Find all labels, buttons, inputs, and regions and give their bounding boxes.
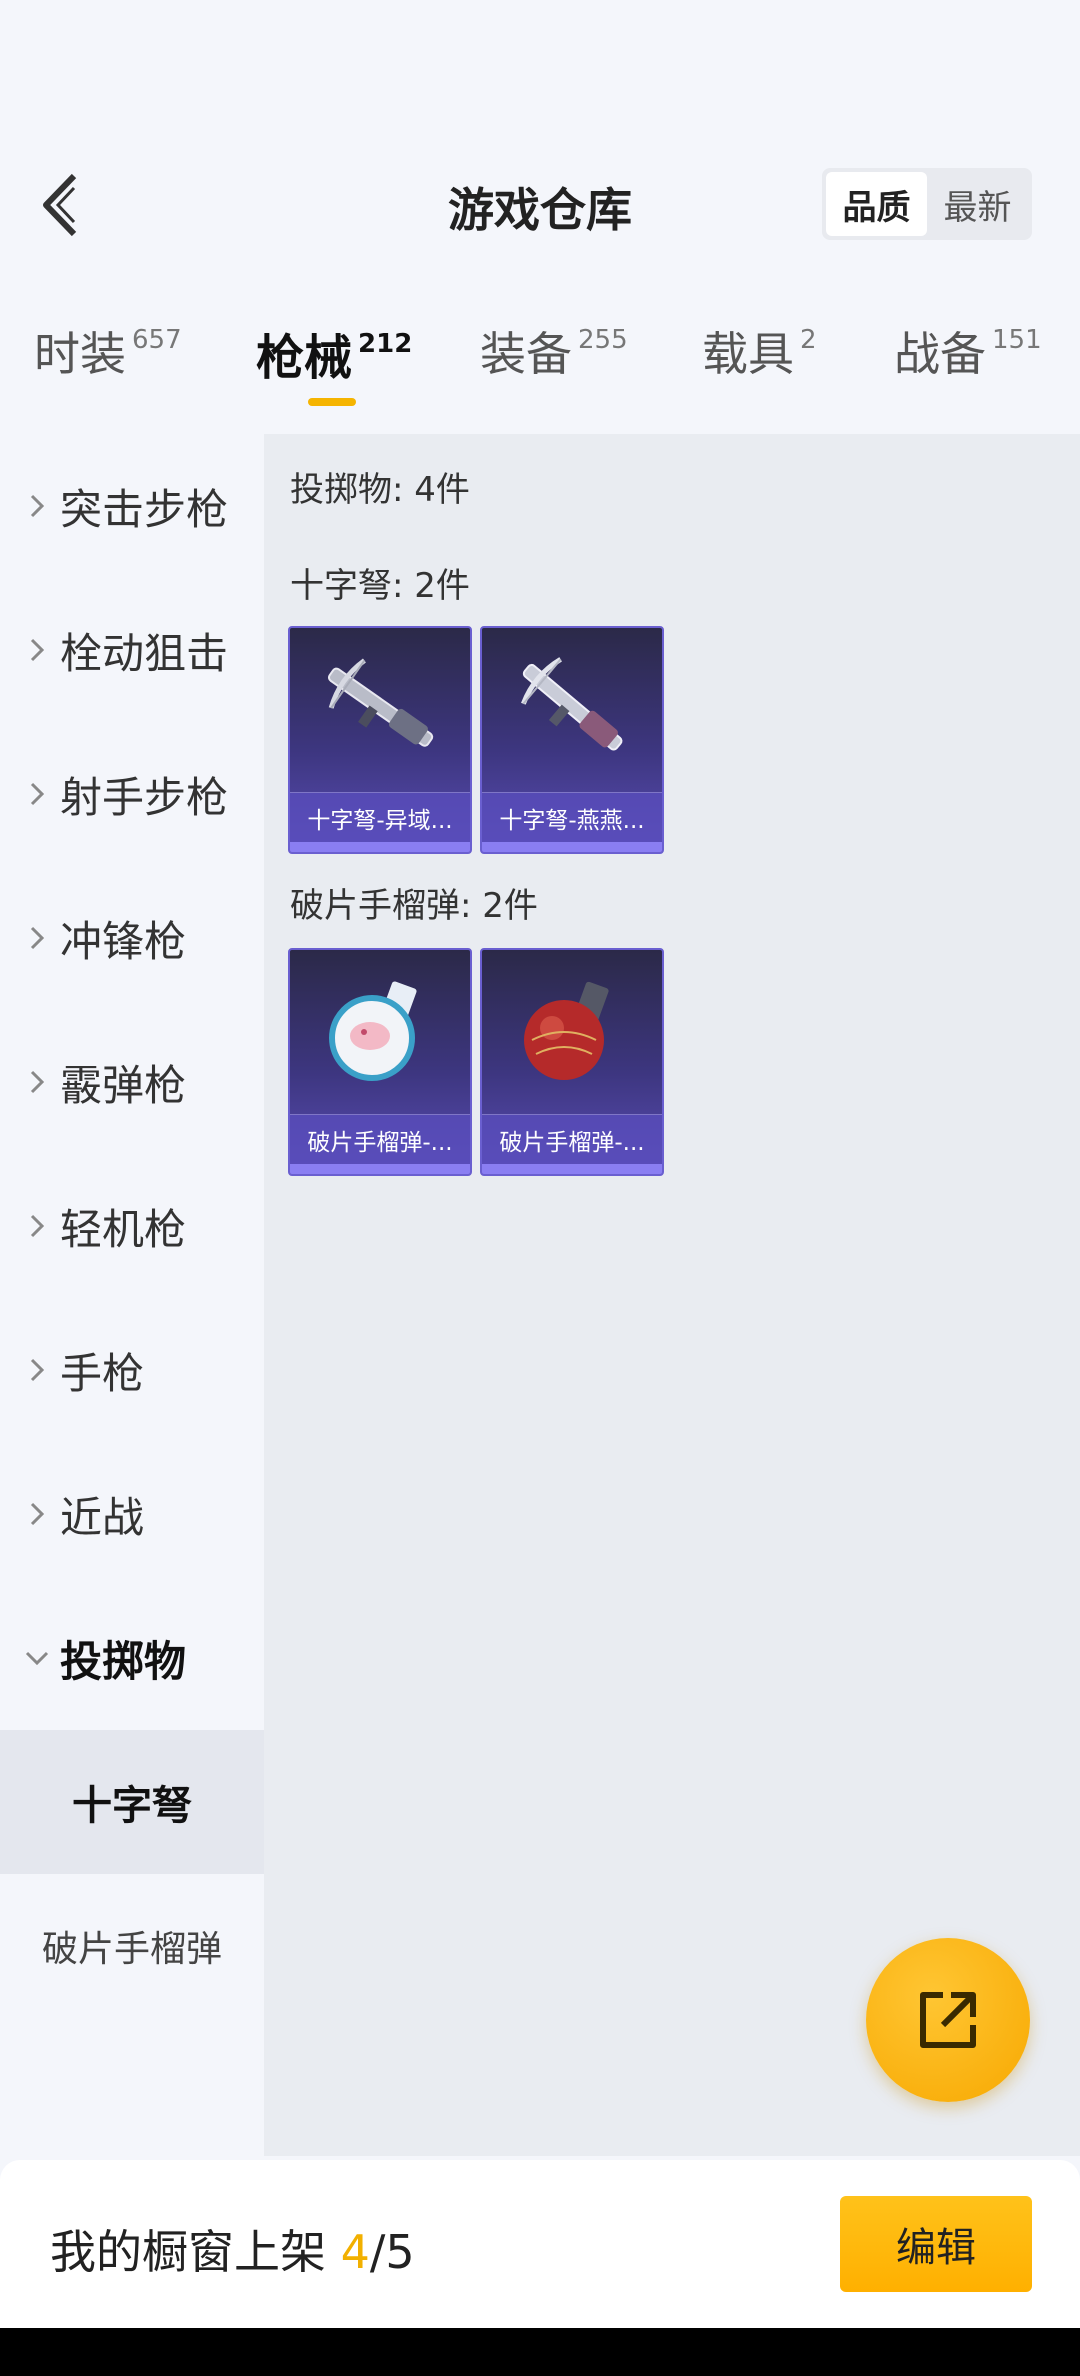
tab-equipment[interactable]: 装备 255: [480, 318, 628, 384]
sidebar-item-label: 栓动狙击: [60, 628, 229, 678]
grenade-icon: [482, 950, 662, 1110]
item-card[interactable]: 十字弩-异域...: [288, 626, 472, 854]
sidebar-item-bolt-sniper[interactable]: 栓动狙击: [0, 578, 264, 722]
sidebar-item-label: 轻机枪: [60, 1204, 187, 1254]
item-card-label: 十字弩-燕燕...: [482, 792, 662, 842]
tab-fashion[interactable]: 时装 657: [34, 318, 182, 384]
sidebar-item-label: 投掷物: [60, 1636, 187, 1686]
chevron-down-icon: [24, 1651, 50, 1665]
tab-count: 255: [578, 325, 628, 355]
item-card-label: 破片手榴弹-...: [482, 1114, 662, 1164]
sidebar-item-label: 霰弹枪: [60, 1060, 187, 1110]
chevron-right-icon: [24, 494, 50, 518]
showcase-label: 我的橱窗上架: [50, 2225, 326, 2279]
chevron-right-icon: [24, 926, 50, 950]
chevron-right-icon: [24, 782, 50, 806]
item-card[interactable]: 破片手榴弹-...: [480, 948, 664, 1176]
tab-label: 装备: [480, 327, 572, 381]
showcase-count: 4: [340, 2225, 370, 2279]
tab-count: 657: [132, 325, 182, 355]
showcase-status: 我的橱窗上架 4/5: [50, 2216, 415, 2282]
sort-newest-option[interactable]: 最新: [927, 172, 1028, 236]
showcase-total: /5: [369, 2225, 415, 2279]
tab-count: 151: [992, 325, 1042, 355]
sidebar-item-label: 手枪: [60, 1348, 145, 1398]
chevron-right-icon: [24, 638, 50, 662]
sort-quality-option[interactable]: 品质: [826, 172, 927, 236]
sidebar-item-shotgun[interactable]: 霰弹枪: [0, 1010, 264, 1154]
rarity-bar: [482, 1164, 662, 1174]
sidebar-item-label: 射手步枪: [60, 772, 229, 822]
item-list-panel: 投掷物: 4件 十字弩: 2件 十字弩-异域... 十字弩-燕燕... 破片手榴…: [264, 434, 1080, 2156]
sidebar-item-label: 冲锋枪: [60, 916, 187, 966]
tab-firearms[interactable]: 枪械 212: [256, 318, 412, 388]
chevron-right-icon: [24, 1502, 50, 1526]
sidebar-item-label: 近战: [60, 1492, 145, 1542]
sidebar-subitem-crossbow[interactable]: 十字弩: [0, 1730, 264, 1874]
section-title-frag-grenade: 破片手榴弹: 2件: [290, 886, 538, 926]
sidebar-item-assault-rifle[interactable]: 突击步枪: [0, 434, 264, 578]
sidebar-item-marksman-rifle[interactable]: 射手步枪: [0, 722, 264, 866]
system-nav-bar: [0, 2328, 1080, 2376]
tab-count: 212: [358, 329, 413, 359]
chevron-right-icon: [24, 1214, 50, 1238]
throwables-summary: 投掷物: 4件: [290, 470, 470, 510]
crossbow-icon: [482, 628, 662, 788]
active-tab-indicator: [308, 398, 356, 406]
tab-label: 枪械: [256, 330, 353, 386]
sort-toggle: 品质 最新: [822, 168, 1032, 240]
sidebar-item-label: 突击步枪: [60, 484, 229, 534]
sidebar-item-smg[interactable]: 冲锋枪: [0, 866, 264, 1010]
item-card-label: 破片手榴弹-...: [290, 1114, 470, 1164]
tab-label: 时装: [34, 327, 126, 381]
sidebar-item-throwables[interactable]: 投掷物: [0, 1586, 264, 1730]
tab-label: 战备: [894, 327, 986, 381]
tab-label: 载具: [702, 327, 794, 381]
edit-button[interactable]: 编辑: [840, 2196, 1032, 2292]
share-external-icon: [920, 1992, 976, 2048]
category-sidebar: 突击步枪 栓动狙击 射手步枪 冲锋枪 霰弹枪 轻机枪 手枪 近战 投掷物 十字弩…: [0, 434, 264, 2156]
sidebar-subitem-frag-grenade[interactable]: 破片手榴弹: [0, 1874, 264, 2018]
grenade-icon: [290, 950, 470, 1110]
category-tabs: 时装 657 枪械 212 装备 255 载具 2 战备 151: [0, 318, 1080, 418]
rarity-bar: [290, 1164, 470, 1174]
chevron-right-icon: [24, 1358, 50, 1382]
item-card[interactable]: 破片手榴弹-...: [288, 948, 472, 1176]
chevron-right-icon: [24, 1070, 50, 1094]
section-title-crossbow: 十字弩: 2件: [290, 566, 470, 606]
sidebar-item-pistol[interactable]: 手枪: [0, 1298, 264, 1442]
sidebar-item-melee[interactable]: 近战: [0, 1442, 264, 1586]
tab-vehicles[interactable]: 载具 2: [702, 318, 817, 384]
tab-count: 2: [800, 325, 817, 355]
crossbow-icon: [290, 628, 470, 788]
sidebar-item-lmg[interactable]: 轻机枪: [0, 1154, 264, 1298]
tab-gear[interactable]: 战备 151: [894, 318, 1042, 384]
showcase-bar: 我的橱窗上架 4/5 编辑: [0, 2160, 1080, 2328]
item-card[interactable]: 十字弩-燕燕...: [480, 626, 664, 854]
rarity-bar: [482, 842, 662, 852]
header: 游戏仓库 品质 最新: [0, 150, 1080, 260]
item-card-label: 十字弩-异域...: [290, 792, 470, 842]
share-button[interactable]: [866, 1938, 1030, 2102]
rarity-bar: [290, 842, 470, 852]
